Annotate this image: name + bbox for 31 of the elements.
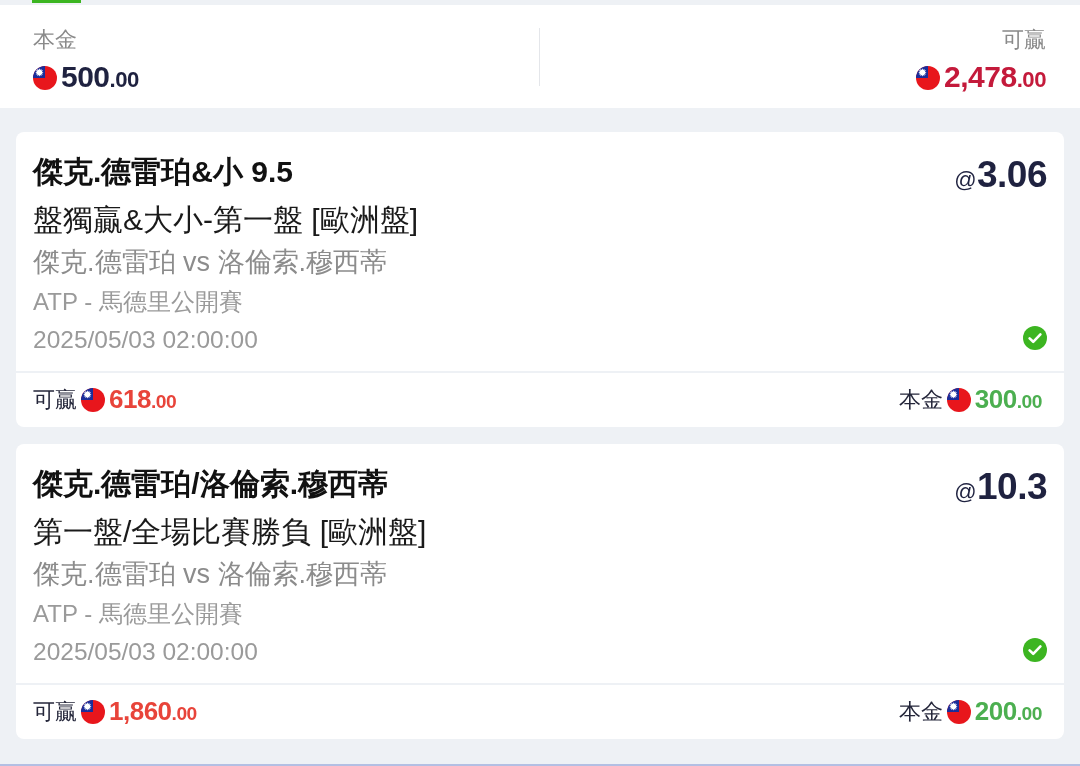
odds-value: @3.06 [954,153,1047,197]
potential-win-amount: 1,860.00 [109,694,197,728]
flag-icon [946,700,971,724]
market-name: 第一盤/全場比賽勝負 [歐洲盤] [33,514,427,550]
league-name: ATP - 馬德里公開賽 [33,599,243,629]
potential-win-amount: 618.00 [109,382,177,416]
market-name: 盤獨贏&大小-第一盤 [歐洲盤] [33,202,418,238]
stake-label: 本金 [33,26,77,54]
tab-indicator [32,0,81,3]
odds-value: @10.3 [954,465,1047,509]
potential-win-amount: 2,478.00 [944,58,1046,95]
bet-title: 傑克.德雷珀/洛倫索.穆西蒂 [33,466,388,502]
stake-label: 本金 [898,386,943,414]
potential-win-label: 可贏 [33,386,77,414]
stake-amount: 500.00 [61,58,139,95]
match-time: 2025/05/03 02:00:00 [33,637,258,667]
stake-label: 本金 [898,698,943,726]
match-time: 2025/05/03 02:00:00 [33,325,258,355]
potential-win-label: 可贏 [1002,26,1046,54]
stake-amount: 200.00 [974,694,1042,728]
league-name: ATP - 馬德里公開賽 [33,287,243,317]
flag-icon [916,66,941,90]
potential-win-label: 可贏 [33,698,77,726]
stake-amount: 300.00 [974,382,1042,416]
match-name: 傑克.德雷珀 vs 洛倫索.穆西蒂 [33,558,387,591]
match-name: 傑克.德雷珀 vs 洛倫索.穆西蒂 [33,246,387,279]
flag-icon [946,388,971,412]
flag-icon [81,388,105,412]
flag-icon [81,700,105,724]
bet-title: 傑克.德雷珀&小 9.5 [33,154,294,190]
flag-icon [33,66,57,90]
